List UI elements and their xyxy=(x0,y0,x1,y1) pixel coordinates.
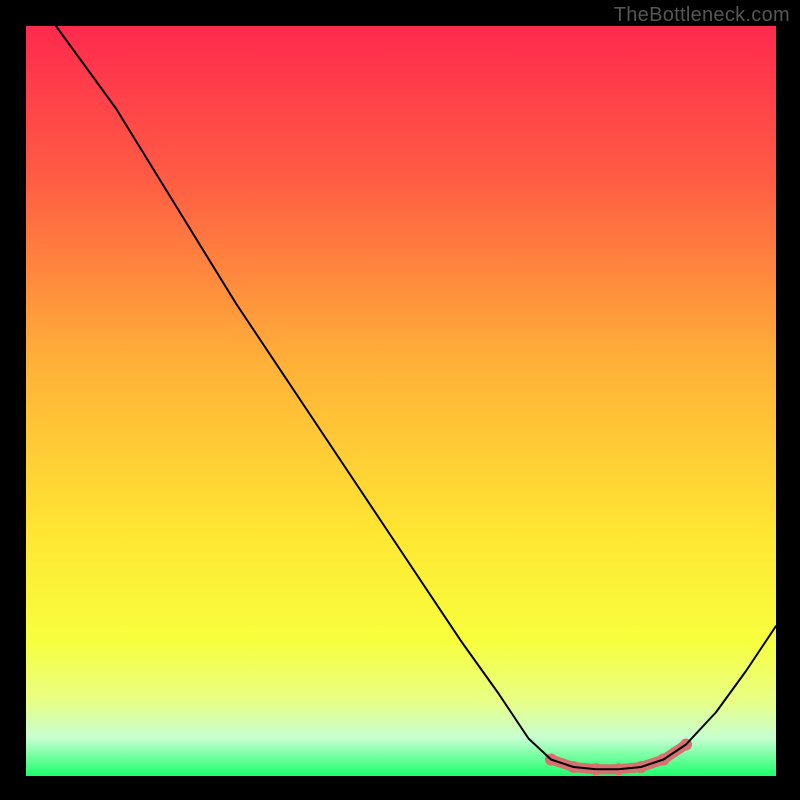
plot-background xyxy=(26,26,776,776)
watermark-text: TheBottleneck.com xyxy=(614,4,790,27)
bottleneck-chart xyxy=(0,0,800,800)
chart-container: TheBottleneck.com xyxy=(0,0,800,800)
